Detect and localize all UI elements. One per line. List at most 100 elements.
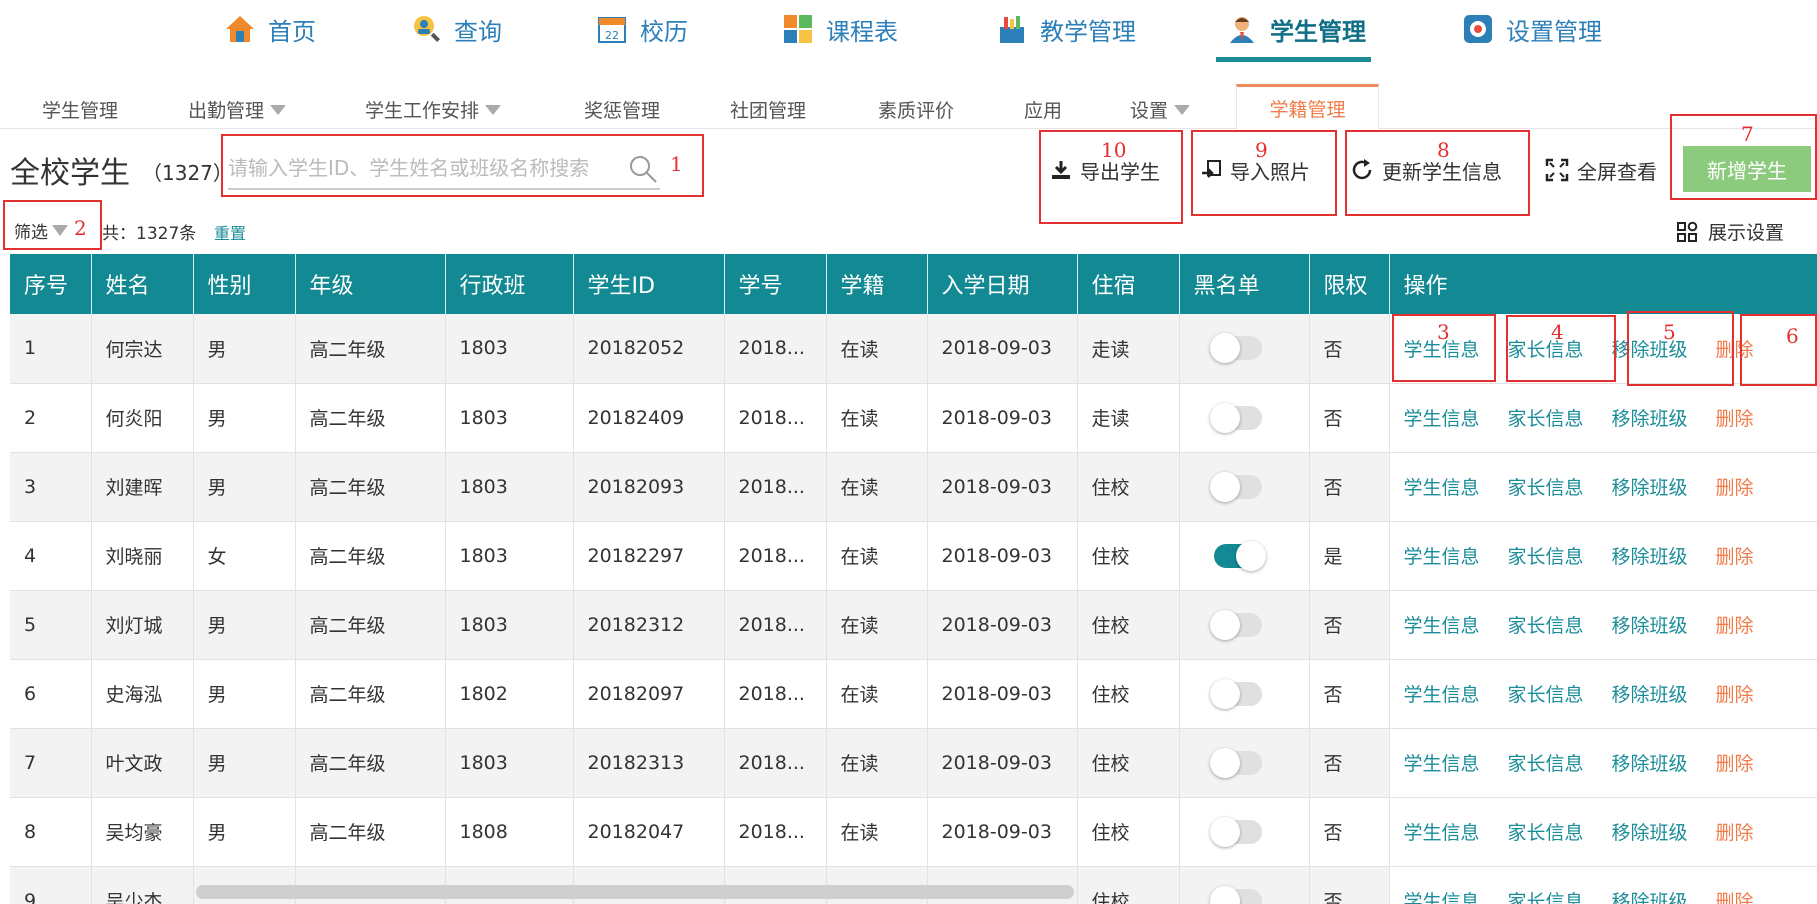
parent-info-link[interactable]: 家长信息 — [1508, 408, 1584, 430]
toggle-knob — [1209, 816, 1240, 847]
blacklist-toggle[interactable] — [1209, 402, 1262, 433]
blacklist-toggle[interactable] — [1209, 678, 1262, 709]
student-info-link[interactable]: 学生信息 — [1404, 477, 1480, 499]
toggle-knob — [1209, 471, 1240, 502]
col-header[interactable]: 学号 — [724, 254, 827, 314]
nav-query[interactable]: 查询 — [410, 8, 502, 50]
cell-blacklist — [1179, 452, 1310, 522]
display-settings-button[interactable]: 展示设置 — [1676, 218, 1784, 245]
cell-date: 2018-09-03 — [927, 728, 1078, 798]
delete-link[interactable]: 删除 — [1716, 753, 1754, 775]
remove-class-link[interactable]: 移除班级 — [1612, 822, 1688, 844]
remove-class-link[interactable]: 移除班级 — [1612, 684, 1688, 706]
parent-info-link[interactable]: 家长信息 — [1508, 477, 1584, 499]
remove-class-link[interactable]: 移除班级 — [1612, 408, 1688, 430]
col-header[interactable]: 入学日期 — [927, 254, 1078, 314]
nav-active-underline — [1216, 57, 1371, 62]
subnav-settings[interactable]: 设置 — [1130, 96, 1191, 123]
subnav-evaluation[interactable]: 素质评价 — [878, 96, 954, 123]
subnav-label: 出勤管理 — [188, 100, 265, 122]
blacklist-toggle[interactable] — [1213, 540, 1266, 571]
cell-grade: 高二年级 — [295, 383, 446, 453]
cell-limit: 否 — [1309, 590, 1390, 660]
blacklist-toggle[interactable] — [1209, 471, 1262, 502]
subnav-rewards[interactable]: 奖惩管理 — [584, 96, 660, 123]
col-header[interactable]: 住宿 — [1077, 254, 1180, 314]
nav-teaching[interactable]: 教学管理 — [996, 8, 1136, 50]
remove-class-link[interactable]: 移除班级 — [1612, 891, 1688, 904]
cell-status: 在读 — [826, 452, 928, 522]
nav-timetable[interactable]: 课程表 — [782, 8, 898, 50]
subnav-clubs[interactable]: 社团管理 — [730, 96, 806, 123]
cell-date: 2018-09-03 — [927, 452, 1078, 522]
reset-link[interactable]: 重置 — [214, 220, 246, 244]
delete-link[interactable]: 删除 — [1716, 684, 1754, 706]
remove-class-link[interactable]: 移除班级 — [1612, 477, 1688, 499]
student-info-link[interactable]: 学生信息 — [1404, 615, 1480, 637]
annotation-label-7: 7 — [1741, 122, 1754, 146]
annotation-label-8: 8 — [1437, 138, 1450, 162]
subnav-work-arrangement[interactable]: 学生工作安排 — [365, 96, 502, 123]
delete-link[interactable]: 删除 — [1716, 615, 1754, 637]
student-info-link[interactable]: 学生信息 — [1404, 546, 1480, 568]
col-header[interactable]: 性别 — [193, 254, 296, 314]
blacklist-toggle[interactable] — [1209, 885, 1262, 904]
blacklist-toggle[interactable] — [1209, 816, 1262, 847]
cell-no: 8 — [10, 797, 92, 867]
col-header[interactable]: 年级 — [295, 254, 446, 314]
col-header[interactable]: 行政班 — [445, 254, 574, 314]
horizontal-scrollbar[interactable] — [196, 885, 1074, 899]
cell-stay: 住校 — [1077, 521, 1180, 591]
display-settings-label: 展示设置 — [1708, 222, 1785, 244]
delete-link[interactable]: 删除 — [1716, 822, 1754, 844]
col-header[interactable]: 学籍 — [826, 254, 928, 314]
student-info-link[interactable]: 学生信息 — [1404, 408, 1480, 430]
subnav-student-management[interactable]: 学生管理 — [42, 96, 118, 123]
nav-settings[interactable]: 设置管理 — [1462, 8, 1602, 50]
student-icon — [1226, 13, 1258, 45]
student-info-link[interactable]: 学生信息 — [1404, 822, 1480, 844]
nav-calendar[interactable]: 22 校历 — [596, 8, 688, 50]
nav-home[interactable]: 首页 — [224, 8, 316, 50]
cell-date: 2018-09-03 — [927, 383, 1078, 453]
delete-link[interactable]: 删除 — [1716, 477, 1754, 499]
cell-cls: 1803 — [445, 521, 574, 591]
col-header[interactable]: 姓名 — [91, 254, 194, 314]
delete-link[interactable]: 删除 — [1716, 546, 1754, 568]
table-row: 5 刘灯城男高二年级 1803 20182312 2018... 在读 2018-09-03… — [10, 590, 1817, 660]
parent-info-link[interactable]: 家长信息 — [1508, 891, 1584, 904]
fullscreen-icon — [1545, 158, 1569, 182]
delete-link[interactable]: 删除 — [1716, 891, 1754, 904]
col-header[interactable]: 黑名单 — [1179, 254, 1310, 314]
parent-info-link[interactable]: 家长信息 — [1508, 684, 1584, 706]
subnav-label: 学生管理 — [42, 100, 119, 122]
parent-info-link[interactable]: 家长信息 — [1508, 615, 1584, 637]
remove-class-link[interactable]: 移除班级 — [1612, 753, 1688, 775]
blacklist-toggle[interactable] — [1209, 747, 1262, 778]
parent-info-link[interactable]: 家长信息 — [1508, 822, 1584, 844]
delete-link[interactable]: 删除 — [1716, 408, 1754, 430]
table-header-row: 序号 姓名 性别 年级 行政班 学生ID 学号 学籍 入学日期 住宿 黑名单 限… — [10, 254, 1817, 314]
student-info-link[interactable]: 学生信息 — [1404, 891, 1480, 904]
col-header[interactable]: 序号 — [10, 254, 92, 314]
nav-student-management[interactable]: 学生管理 — [1226, 8, 1366, 50]
col-header[interactable]: 限权 — [1309, 254, 1390, 314]
student-info-link[interactable]: 学生信息 — [1404, 684, 1480, 706]
toggle-knob — [1235, 540, 1266, 571]
subnav-enrollment-tab[interactable]: 学籍管理 — [1236, 84, 1379, 130]
remove-class-link[interactable]: 移除班级 — [1612, 615, 1688, 637]
blacklist-toggle[interactable] — [1209, 333, 1262, 364]
blacklist-toggle[interactable] — [1209, 609, 1262, 640]
student-info-link[interactable]: 学生信息 — [1404, 753, 1480, 775]
fullscreen-button[interactable]: 全屏查看 — [1545, 152, 1657, 188]
nav-timetable-label: 课程表 — [826, 17, 898, 46]
cell-sid: 20182052 — [573, 314, 725, 384]
parent-info-link[interactable]: 家长信息 — [1508, 753, 1584, 775]
subnav-attendance[interactable]: 出勤管理 — [188, 96, 287, 123]
parent-info-link[interactable]: 家长信息 — [1508, 546, 1584, 568]
remove-class-link[interactable]: 移除班级 — [1612, 546, 1688, 568]
subnav-apps[interactable]: 应用 — [1024, 96, 1062, 123]
col-header[interactable]: 学生ID — [573, 254, 725, 314]
calendar-icon: 22 — [596, 13, 628, 45]
toggle-knob — [1209, 678, 1240, 709]
